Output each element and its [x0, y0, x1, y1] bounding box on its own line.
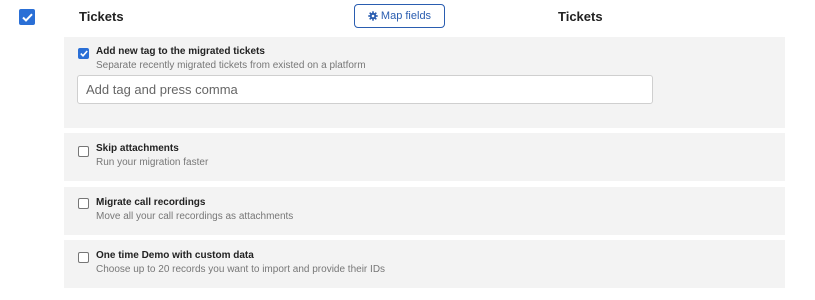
skip-attachments-checkbox[interactable]: [78, 146, 89, 157]
checkmark-icon: [21, 13, 33, 22]
gear-icon: [368, 11, 378, 21]
option-title: One time Demo with custom data: [96, 250, 254, 261]
tag-input[interactable]: [77, 75, 653, 104]
option-title: Add new tag to the migrated tickets: [96, 46, 265, 57]
option-skip-attachments: Skip attachments Run your migration fast…: [64, 133, 785, 181]
option-add-tag: Add new tag to the migrated tickets Sepa…: [64, 37, 785, 128]
source-entity-title: Tickets: [79, 9, 124, 24]
tickets-entity-checkbox[interactable]: [19, 9, 35, 25]
add-tag-checkbox[interactable]: [78, 48, 89, 59]
migrate-call-recordings-checkbox[interactable]: [78, 198, 89, 209]
option-title: Migrate call recordings: [96, 197, 206, 208]
checkmark-icon: [79, 50, 88, 57]
demo-custom-data-checkbox[interactable]: [78, 252, 89, 263]
option-title: Skip attachments: [96, 143, 179, 154]
target-entity-title: Tickets: [558, 9, 603, 24]
entity-row: Tickets Map fields Tickets: [0, 0, 815, 34]
option-description: Separate recently migrated tickets from …: [96, 60, 366, 71]
map-fields-label: Map fields: [380, 10, 432, 22]
option-migrate-call-recordings: Migrate call recordings Move all your ca…: [64, 187, 785, 235]
option-description: Run your migration faster: [96, 157, 209, 168]
option-demo-custom-data: One time Demo with custom data Choose up…: [64, 240, 785, 288]
option-description: Choose up to 20 records you want to impo…: [96, 264, 386, 275]
map-fields-button[interactable]: Map fields: [354, 4, 445, 28]
option-description: Move all your call recordings as attachm…: [96, 211, 294, 222]
